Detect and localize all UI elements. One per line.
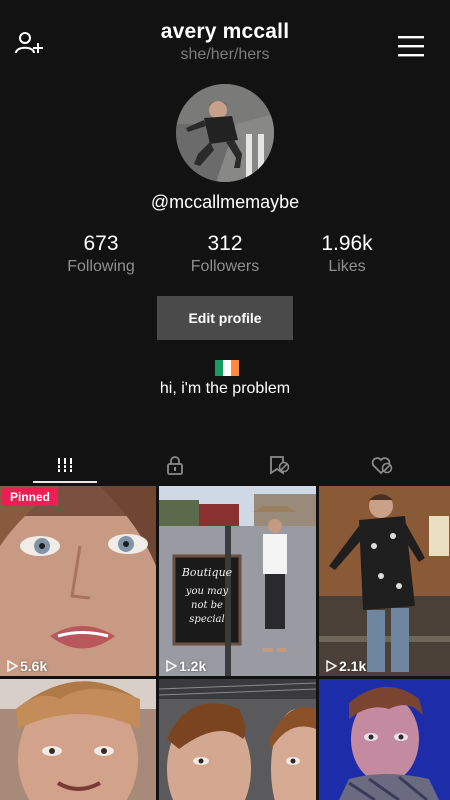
grid-icon — [57, 458, 73, 472]
video-thumbnail-image — [319, 679, 450, 800]
video-thumbnail-image — [159, 679, 316, 800]
profile-stats: 673 Following 312 Followers 1.96k Likes — [0, 232, 450, 282]
profile-name: avery mccall — [160, 20, 290, 43]
play-icon — [166, 660, 177, 672]
following-stat[interactable]: 673 Following — [41, 232, 161, 276]
liked-icon — [371, 457, 393, 475]
profile-bio: hi, i'm the problem — [159, 380, 291, 397]
video-thumbnail[interactable] — [159, 679, 316, 800]
sign-text: you may — [185, 586, 229, 597]
tab-saved[interactable] — [249, 446, 309, 484]
tab-private[interactable] — [145, 446, 205, 484]
video-thumbnail-image — [319, 486, 450, 676]
followers-label: Followers — [190, 258, 260, 275]
likes-count: 1.96k — [321, 232, 373, 255]
lock-icon — [167, 456, 183, 475]
tab-liked[interactable] — [352, 446, 412, 484]
flag-stripe-white — [223, 360, 231, 376]
video-thumbnail[interactable]: Boutique you may not be special 1.2k — [159, 486, 316, 676]
play-icon — [7, 660, 18, 672]
profile-handle: @mccallmemaybe — [150, 192, 300, 212]
video-thumbnail[interactable] — [0, 679, 156, 800]
sign-text: Boutique — [181, 566, 233, 579]
view-count: 5.6k — [6, 658, 47, 674]
tab-videos[interactable] — [35, 446, 95, 484]
video-thumbnail-image — [0, 486, 156, 676]
edit-profile-button[interactable]: Edit profile — [157, 296, 293, 340]
following-label: Following — [67, 258, 135, 275]
play-icon — [326, 660, 337, 672]
video-thumbnail-image: Boutique you may not be special — [159, 486, 316, 676]
pinned-badge: Pinned — [2, 488, 59, 506]
view-count-text: 2.1k — [339, 658, 367, 674]
hamburger-menu-icon[interactable] — [396, 34, 426, 58]
view-count: 2.1k — [325, 658, 366, 674]
video-thumbnail[interactable]: Pinned 5.6k — [0, 486, 156, 676]
video-thumbnail-image — [0, 679, 156, 800]
profile-tabs — [0, 446, 450, 484]
top-bar: avery mccall she/her/hers — [0, 0, 450, 80]
sign-text: not be — [191, 600, 223, 611]
following-count: 673 — [83, 232, 119, 255]
video-thumbnail[interactable] — [319, 679, 450, 800]
view-count-text: 1.2k — [179, 658, 207, 674]
view-count-text: 5.6k — [20, 658, 48, 674]
followers-count: 312 — [207, 232, 243, 255]
active-tab-indicator — [33, 481, 97, 483]
likes-label: Likes — [328, 258, 366, 275]
video-grid: Pinned 5.6k Boutique you may not be spec — [0, 486, 450, 800]
likes-stat[interactable]: 1.96k Likes — [287, 232, 407, 276]
view-count: 1.2k — [165, 658, 206, 674]
profile-pronouns: she/her/hers — [180, 46, 270, 63]
video-thumbnail[interactable]: 2.1k — [319, 486, 450, 676]
ireland-flag-icon — [215, 360, 239, 376]
bookmark-icon — [270, 456, 290, 475]
sign-text: special — [189, 614, 224, 625]
flag-stripe-orange — [231, 360, 239, 376]
followers-stat[interactable]: 312 Followers — [165, 232, 285, 276]
flag-stripe-green — [215, 360, 223, 376]
avatar[interactable] — [176, 84, 274, 182]
